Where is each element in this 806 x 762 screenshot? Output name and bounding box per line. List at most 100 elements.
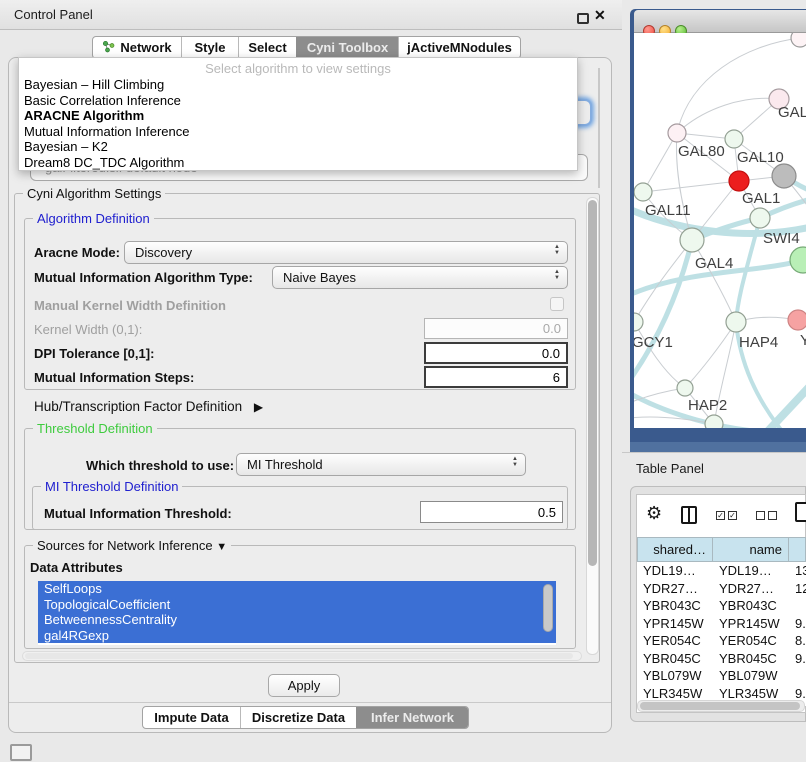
node-gal11[interactable] (634, 183, 652, 201)
settings-scrollbar-thumb[interactable] (588, 200, 597, 566)
node-label: HAP4 (739, 334, 778, 351)
algorithm-option-selected[interactable]: ARACNE Algorithm (19, 108, 577, 124)
tab-impute-data[interactable]: Impute Data (143, 707, 240, 728)
mi-type-label: Mutual Information Algorithm Type: (34, 270, 253, 285)
data-attributes-list[interactable]: SelfLoops TopologicalCoefficient Between… (38, 581, 556, 645)
column-header-name[interactable]: name (713, 537, 789, 562)
tab-select-label: Select (248, 40, 286, 55)
table-row[interactable]: YBL079WYBL079W (637, 667, 806, 685)
aracne-mode-select[interactable]: Discovery ▲▼ (124, 241, 568, 264)
table-row[interactable]: YPR145WYPR145W9. (637, 615, 806, 633)
column-header-shared-name[interactable]: shared… (637, 537, 713, 562)
control-panel-title: Control Panel (14, 7, 93, 22)
node-gal10[interactable] (725, 130, 743, 148)
node[interactable] (705, 415, 723, 428)
cyni-mode-tabs: Impute Data Discretize Data Infer Networ… (142, 706, 469, 729)
aracne-mode-label: Aracne Mode: (34, 245, 120, 260)
node-gcy1[interactable] (634, 313, 643, 331)
algorithm-option[interactable]: Dream8 DC_TDC Algorithm (19, 155, 577, 171)
node-hap2[interactable] (677, 380, 693, 396)
tab-select[interactable]: Select (238, 37, 296, 58)
table-row[interactable]: YBR045CYBR045C9. (637, 650, 806, 668)
table-row[interactable]: YDR27…YDR27…12 (637, 580, 806, 598)
algorithm-option[interactable]: Bayesian – K2 (19, 139, 577, 155)
column-header[interactable] (789, 537, 806, 562)
table-row[interactable]: YER054CYER054C8. (637, 632, 806, 650)
deselect-all-icon[interactable] (768, 511, 777, 520)
table-hscrollbar[interactable] (637, 700, 805, 712)
attribute-list-scrollbar-thumb[interactable] (543, 584, 553, 632)
settings-scrollbar[interactable] (586, 197, 599, 655)
table-row[interactable]: YDL19…YDL19…13 (637, 562, 806, 580)
attribute-item[interactable]: gal4RGexp (38, 628, 556, 644)
tab-infer-network-label: Infer Network (371, 710, 454, 725)
stepper-icon: ▲▼ (512, 456, 518, 468)
which-threshold-select[interactable]: MI Threshold ▲▼ (236, 453, 526, 476)
table-hscrollbar-thumb[interactable] (640, 702, 800, 710)
kernel-width-field (424, 318, 568, 339)
stepper-icon: ▲▼ (554, 269, 560, 281)
attribute-item[interactable]: SelfLoops (38, 581, 556, 597)
columns-icon[interactable] (681, 506, 697, 524)
table-row[interactable]: YBR043CYBR043C (637, 597, 806, 615)
select-all-icon[interactable]: ✓ (716, 511, 725, 520)
tab-network[interactable]: Network (93, 37, 181, 58)
expand-arrow-icon[interactable]: ▼ (216, 541, 227, 553)
control-panel-tabs: Network Style Select Cyni Toolbox jActiv… (92, 36, 521, 59)
dpi-tolerance-field[interactable] (424, 342, 568, 364)
network-icon (102, 40, 115, 56)
collapse-arrow-icon[interactable]: ▶ (254, 400, 263, 414)
document-icon[interactable] (795, 502, 806, 522)
tab-cyni-toolbox[interactable]: Cyni Toolbox (296, 37, 398, 58)
attribute-item[interactable]: TopologicalCoefficient (38, 597, 556, 613)
threshold-definition-title: Threshold Definition (33, 421, 157, 436)
hub-definition-label: Hub/Transcription Factor Definition (34, 399, 242, 414)
select-all-icon[interactable]: ✓ (728, 511, 737, 520)
mi-threshold-field[interactable] (420, 501, 563, 523)
floating-panel-icon[interactable] (10, 744, 32, 761)
tab-discretize-data[interactable]: Discretize Data (240, 707, 356, 728)
gear-icon[interactable]: ⚙ (646, 503, 662, 524)
network-window-titlebar[interactable] (634, 10, 806, 33)
node-green-large[interactable] (790, 247, 806, 273)
apply-button[interactable]: Apply (268, 674, 340, 697)
table-panel-divider (622, 452, 806, 453)
node-gal1[interactable] (729, 171, 749, 191)
close-icon[interactable]: ✕ (594, 6, 606, 24)
data-attributes-label: Data Attributes (30, 560, 123, 575)
tab-impute-data-label: Impute Data (154, 710, 228, 725)
float-window-icon[interactable] (577, 13, 589, 24)
tab-infer-network[interactable]: Infer Network (356, 707, 468, 728)
deselect-all-icon[interactable] (756, 511, 765, 520)
kernel-width-label: Kernel Width (0,1): (34, 322, 142, 337)
node-hap4[interactable] (726, 312, 746, 332)
tab-network-label: Network (120, 40, 171, 55)
node-salmon[interactable] (788, 310, 806, 330)
network-canvas[interactable]: GAL GAL80 GAL10 GAL1 GAL11 SWI4 GAL4 GCY… (634, 33, 806, 428)
algorithm-option[interactable]: Bayesian – Hill Climbing (19, 77, 577, 93)
algorithm-option[interactable]: Basic Correlation Inference (19, 93, 577, 109)
node-label: GAL (778, 104, 806, 121)
algorithm-option[interactable]: Mutual Information Inference (19, 124, 577, 140)
tab-jactivemnodules[interactable]: jActiveMNodules (398, 37, 520, 58)
node-swi4[interactable] (750, 208, 770, 228)
algorithm-dropdown-popup: Select algorithm to view settings Bayesi… (18, 57, 578, 171)
settings-hscrollbar[interactable] (22, 651, 582, 661)
table-body[interactable]: YDL19…YDL19…13 YDR27…YDR27…12 YBR043CYBR… (637, 562, 806, 706)
node-gray[interactable] (772, 164, 796, 188)
mi-steps-label: Mutual Information Steps: (34, 370, 194, 385)
hub-definition-toggle[interactable]: Hub/Transcription Factor Definition ▶ (34, 399, 263, 414)
node-label: Y (800, 332, 806, 349)
mi-type-select[interactable]: Naive Bayes ▲▼ (272, 266, 568, 289)
node-gal4[interactable] (680, 228, 704, 252)
node-label: GAL10 (737, 149, 784, 166)
settings-hscrollbar-thumb[interactable] (25, 653, 573, 659)
attribute-item[interactable]: BetweennessCentrality (38, 612, 556, 628)
node[interactable] (791, 33, 806, 47)
mi-steps-field[interactable] (424, 366, 568, 388)
node-label: GAL1 (742, 190, 780, 207)
node-gal80[interactable] (668, 124, 686, 142)
tab-style[interactable]: Style (181, 37, 238, 58)
node-label: HAP2 (688, 397, 727, 414)
network-graph[interactable]: GAL GAL80 GAL10 GAL1 GAL11 SWI4 GAL4 GCY… (634, 33, 806, 428)
